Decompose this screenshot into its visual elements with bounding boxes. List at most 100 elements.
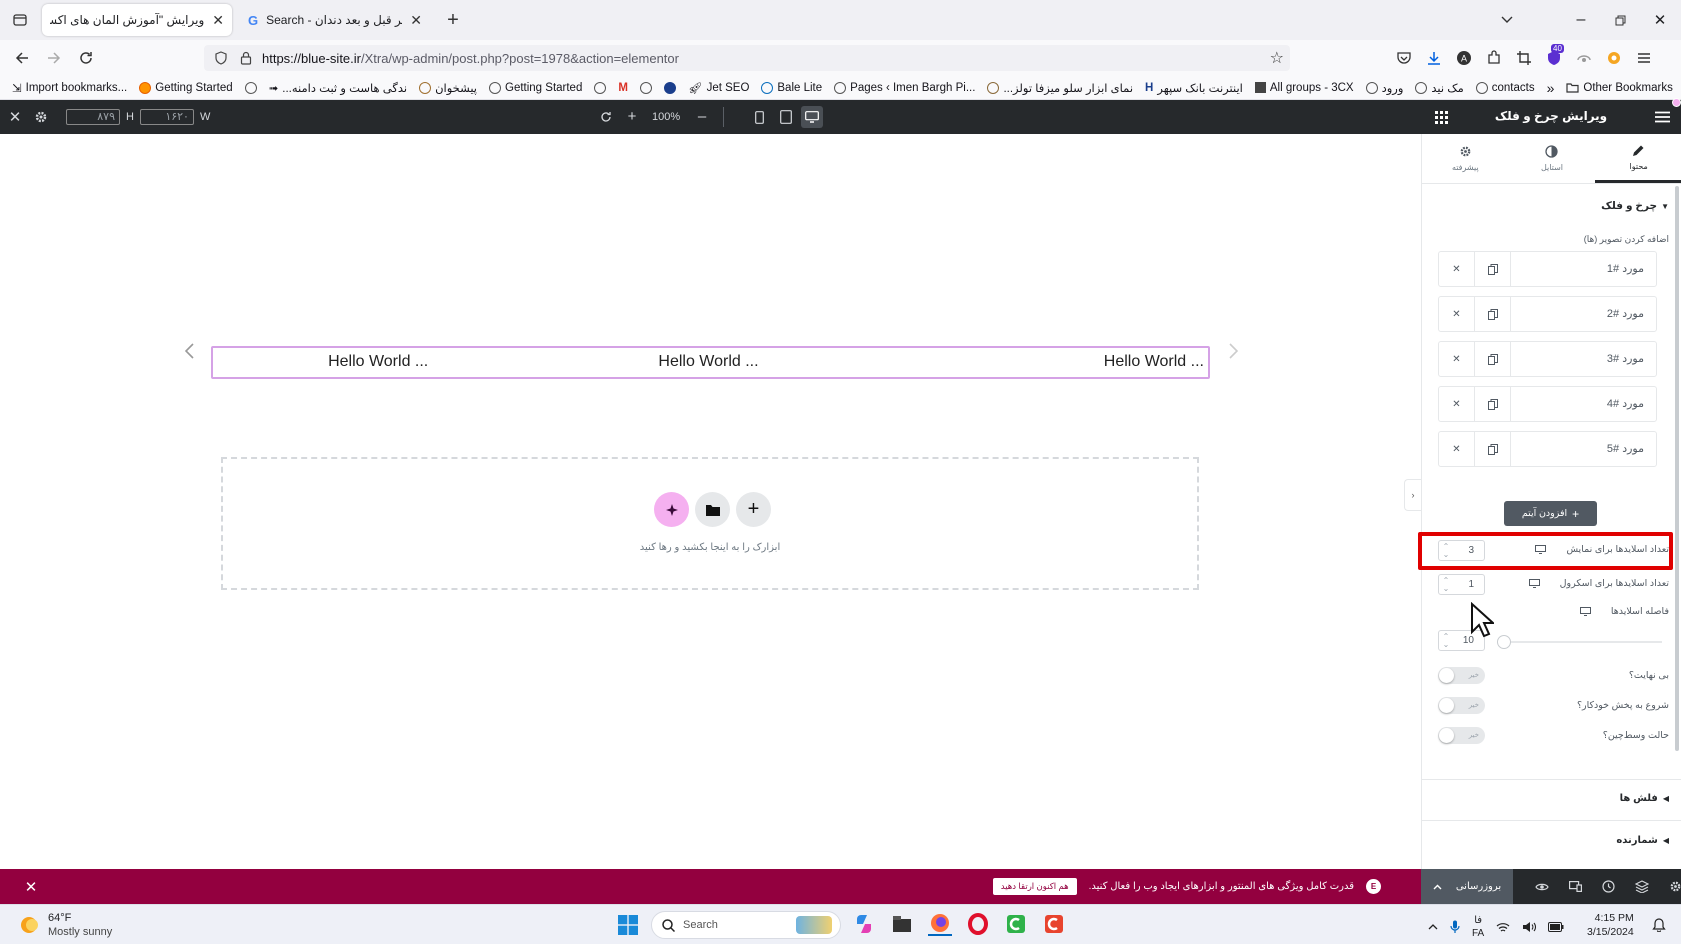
- bookmark-seo-tools[interactable]: ...نمای ابزار سلو میزفا تولز: [981, 81, 1139, 95]
- desktop-icon[interactable]: [801, 106, 823, 128]
- upgrade-button[interactable]: هم اکنون ارتقا دهید: [992, 878, 1077, 895]
- bookmark-domain[interactable]: ➟ ...ندگی هاست و ثبت دامنه: [263, 81, 413, 95]
- history-icon[interactable]: [1602, 880, 1615, 893]
- bookmark-star-icon[interactable]: ☆: [1270, 48, 1284, 68]
- tab-list-icon[interactable]: [10, 10, 30, 30]
- bookmark-hosting[interactable]: [239, 81, 263, 94]
- slide-gap-track[interactable]: [1497, 635, 1662, 649]
- duplicate-item-icon[interactable]: [1475, 252, 1511, 286]
- remove-item-icon[interactable]: ✕: [1439, 297, 1475, 331]
- bookmark-contacts[interactable]: contacts: [1470, 81, 1541, 94]
- stepper-icon[interactable]: ⌃ ⌄: [1439, 576, 1453, 593]
- lock-icon[interactable]: [240, 51, 252, 65]
- preview-eye-icon[interactable]: [1535, 882, 1549, 892]
- autoplay-toggle[interactable]: خیر: [1438, 697, 1485, 714]
- height-input[interactable]: ۸۷۹: [66, 109, 120, 125]
- copilot-icon[interactable]: [852, 912, 876, 936]
- battery-icon[interactable]: [1548, 922, 1564, 932]
- responsive-desktop-icon[interactable]: [1528, 579, 1540, 588]
- slider-handle[interactable]: [1497, 635, 1511, 649]
- opera-icon[interactable]: [966, 912, 990, 936]
- close-icon[interactable]: ✕: [212, 12, 224, 29]
- folder-icon[interactable]: [695, 492, 730, 527]
- restore-icon[interactable]: [1610, 10, 1630, 30]
- remove-item-icon[interactable]: ✕: [1439, 342, 1475, 376]
- bookmark-login[interactable]: ورود: [1360, 81, 1410, 95]
- remove-item-icon[interactable]: ✕: [1439, 252, 1475, 286]
- chevron-right-icon[interactable]: [1224, 339, 1242, 363]
- bookmark-sepehr-bank[interactable]: H اینترنت بانک سپهر: [1139, 81, 1249, 95]
- pocket-icon[interactable]: [1396, 50, 1412, 66]
- navigator-layers-icon[interactable]: [1635, 880, 1649, 893]
- bookmark-pages[interactable]: Pages ‹ Imen Bargh Pi...: [828, 81, 981, 94]
- repeater-item[interactable]: ✕ مورد #3: [1438, 341, 1657, 377]
- volume-icon[interactable]: [1522, 921, 1537, 933]
- zoom-out-icon[interactable]: –: [694, 108, 710, 125]
- address-bar[interactable]: https://blue-site.ir/Xtra/wp-admin/post.…: [204, 45, 1290, 71]
- more-bookmarks-icon[interactable]: »: [1541, 80, 1561, 96]
- bookmark-dashboard[interactable]: پیشخوان: [413, 81, 483, 95]
- gear-icon[interactable]: [32, 108, 50, 126]
- repeater-item[interactable]: ✕ مورد #4: [1438, 386, 1657, 422]
- close-icon[interactable]: ✕: [410, 12, 422, 29]
- bookmark-gmail[interactable]: M: [612, 82, 634, 94]
- duplicate-item-icon[interactable]: [1475, 387, 1511, 421]
- addon-badge-icon[interactable]: 40: [1546, 44, 1564, 66]
- bookmark-3cx[interactable]: All groups - 3CX: [1249, 82, 1360, 94]
- duplicate-item-icon[interactable]: [1475, 432, 1511, 466]
- ai-sparkle-icon[interactable]: [654, 492, 689, 527]
- weather-widget[interactable]: 64°F Mostly sunny: [18, 911, 112, 939]
- hamburger-icon[interactable]: [1653, 109, 1671, 125]
- crop-icon[interactable]: [1516, 50, 1532, 66]
- section-counter-header[interactable]: ◀ شمارنده: [1616, 835, 1669, 846]
- bookmark-mak-nid[interactable]: مک نید: [1409, 81, 1469, 95]
- firefox-icon[interactable]: [928, 912, 952, 936]
- close-icon[interactable]: ✕: [22, 878, 40, 896]
- bookmark-import[interactable]: ⇲ Import bookmarks...: [0, 81, 133, 95]
- empty-drop-zone[interactable]: + ابزارک را به اینجا بکشید و رها کنید: [221, 457, 1199, 590]
- responsive-desktop-icon[interactable]: [1535, 545, 1547, 554]
- hamburger-menu-icon[interactable]: [1636, 51, 1652, 65]
- section-arrows-header[interactable]: ◀ فلش ها: [1620, 793, 1669, 804]
- back-icon[interactable]: [12, 48, 32, 68]
- chevron-down-icon[interactable]: [1497, 10, 1517, 30]
- add-item-button[interactable]: + افزودن آیتم: [1504, 501, 1597, 526]
- close-icon[interactable]: ✕: [6, 108, 24, 126]
- section-carousel-header[interactable]: ▼ چرخ و فلک: [1601, 200, 1669, 212]
- slides-to-scroll-input[interactable]: ⌃ ⌄ 1: [1438, 574, 1485, 595]
- chevron-up-icon[interactable]: [1433, 884, 1442, 890]
- window-close-icon[interactable]: ✕: [1650, 10, 1670, 30]
- tab-content[interactable]: محتوا: [1595, 134, 1681, 183]
- tab-google-search[interactable]: G Search - تصویر قبل و بعد دندان ✕: [240, 4, 430, 36]
- width-input[interactable]: ۱۶۲۰: [139, 109, 194, 125]
- stepper-icon[interactable]: ⌃ ⌄: [1439, 632, 1453, 649]
- bookmark-jet-seo[interactable]: 🚀︎ Jet SEO: [682, 81, 755, 95]
- taskbar-search[interactable]: Search: [651, 911, 841, 939]
- bookmark-bale-lite[interactable]: Bale Lite: [755, 81, 828, 94]
- update-button[interactable]: بروزرسانی: [1456, 881, 1501, 892]
- zoom-in-icon[interactable]: +: [624, 108, 640, 125]
- grid-icon[interactable]: [1433, 109, 1449, 125]
- duplicate-item-icon[interactable]: [1475, 297, 1511, 331]
- add-section-icon[interactable]: +: [736, 492, 771, 527]
- other-bookmarks[interactable]: Other Bookmarks: [1560, 82, 1681, 94]
- responsive-desktop-icon[interactable]: [1579, 607, 1591, 616]
- carousel-widget[interactable]: Hello World ... Hello World ... Hello Wo…: [211, 346, 1210, 379]
- account-icon[interactable]: A: [1456, 50, 1472, 66]
- remove-item-icon[interactable]: ✕: [1439, 432, 1475, 466]
- duplicate-item-icon[interactable]: [1475, 342, 1511, 376]
- bookmark-blue-site[interactable]: [658, 81, 682, 94]
- responsive-mode-icon[interactable]: [1569, 881, 1582, 892]
- tablet-icon[interactable]: [777, 108, 795, 126]
- camtasia-red-icon[interactable]: [1042, 912, 1066, 936]
- bookmark-getting-started-2[interactable]: Getting Started: [483, 81, 588, 94]
- file-explorer-icon[interactable]: [890, 912, 914, 936]
- mobile-icon[interactable]: [750, 108, 768, 126]
- repeater-item[interactable]: ✕ مورد #1: [1438, 251, 1657, 287]
- download-icon[interactable]: [1426, 50, 1442, 66]
- language-indicator[interactable]: فا FA: [1472, 914, 1484, 940]
- center-mode-toggle[interactable]: خیر: [1438, 727, 1485, 744]
- minimize-icon[interactable]: –: [1571, 10, 1591, 30]
- microphone-icon[interactable]: [1450, 920, 1460, 934]
- gear-extension-icon[interactable]: [1606, 50, 1622, 66]
